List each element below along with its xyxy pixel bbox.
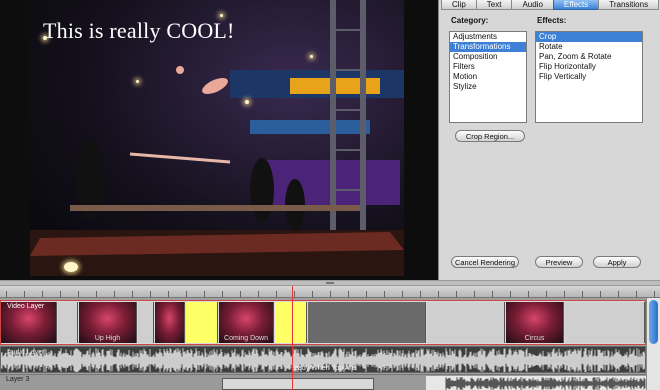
ruler-tick (510, 291, 511, 298)
timeline-ruler[interactable] (0, 286, 660, 298)
category-item-stylize[interactable]: Stylize (450, 82, 526, 92)
ruler-tick (636, 291, 637, 298)
layer3-audio-clip[interactable] (426, 376, 646, 390)
ruler-tick (600, 291, 601, 298)
audio-track[interactable]: Audio Layer Ready When You Are (0, 346, 646, 373)
stage-light (64, 262, 78, 272)
tab-audio[interactable]: Audio (511, 0, 554, 10)
inspector-tabs: Clip Text Audio Effects Transitions (441, 0, 660, 10)
ruler-tick (618, 291, 619, 298)
preview-button[interactable]: Preview (535, 256, 583, 268)
ruler-tick (258, 291, 259, 298)
ruler-tick (78, 291, 79, 298)
ruler-tick (366, 291, 367, 298)
layer3-track-label: Layer 3 (6, 376, 30, 383)
ruler-tick (240, 291, 241, 298)
stage-light (220, 14, 223, 17)
crop-region-button[interactable]: Crop Region... (455, 130, 525, 142)
ruler-tick (6, 291, 7, 298)
effect-item-pan-zoom-rotate[interactable]: Pan, Zoom & Rotate (536, 52, 642, 62)
video-track-label: Video Layer (7, 303, 45, 310)
playhead[interactable] (292, 286, 293, 390)
video-clip[interactable] (427, 302, 505, 343)
ruler-tick (276, 291, 277, 298)
ruler-tick (24, 291, 25, 298)
ruler-tick (60, 291, 61, 298)
timeline-scrollbar[interactable] (646, 298, 660, 390)
ruler-tick (528, 291, 529, 298)
effects-label: Effects: (537, 16, 567, 25)
ruler-tick (96, 291, 97, 298)
category-item-composition[interactable]: Composition (450, 52, 526, 62)
ruler-tick (294, 291, 295, 298)
ruler-tick (456, 291, 457, 298)
ruler-tick (492, 291, 493, 298)
ruler-tick (564, 291, 565, 298)
effect-item-flip-horizontally[interactable]: Flip Horizontally (536, 62, 642, 72)
splitter-grip-icon (326, 282, 334, 284)
ruler-tick (438, 291, 439, 298)
title-clip[interactable] (275, 302, 307, 343)
video-clip[interactable] (155, 302, 185, 343)
video-clip[interactable]: Circus (506, 302, 564, 343)
video-clip[interactable]: Coming Down (219, 302, 274, 343)
ruler-tick (474, 291, 475, 298)
layer3-clip[interactable] (222, 378, 374, 390)
ruler-tick (330, 291, 331, 298)
ruler-tick (204, 291, 205, 298)
effects-list[interactable]: Crop Rotate Pan, Zoom & Rotate Flip Hori… (535, 31, 643, 123)
stage-light (136, 80, 139, 83)
category-item-transformations[interactable]: Transformations (450, 42, 526, 52)
ruler-tick (546, 291, 547, 298)
ruler-tick (348, 291, 349, 298)
ruler-tick (222, 291, 223, 298)
ruler-tick (654, 291, 655, 298)
category-list[interactable]: Adjustments Transformations Composition … (449, 31, 527, 123)
cancel-rendering-button[interactable]: Cancel Rendering (451, 256, 519, 268)
tab-text[interactable]: Text (475, 0, 513, 10)
ruler-tick (384, 291, 385, 298)
video-track[interactable]: Up High Coming Down Circus Video Layer (0, 300, 646, 345)
ruler-tick (312, 291, 313, 298)
inspector-panel: Clip Text Audio Effects Transitions Cate… (438, 0, 660, 280)
effect-item-flip-vertically[interactable]: Flip Vertically (536, 72, 642, 82)
layer3-waveform (445, 377, 646, 390)
ruler-tick (114, 291, 115, 298)
video-clip[interactable] (308, 302, 426, 343)
timeline: Up High Coming Down Circus Video Layer A… (0, 286, 660, 390)
tab-transitions[interactable]: Transitions (598, 0, 660, 10)
ruler-tick (132, 291, 133, 298)
video-clip[interactable] (565, 302, 645, 343)
ruler-tick (420, 291, 421, 298)
ruler-tick (150, 291, 151, 298)
tab-clip[interactable]: Clip (441, 0, 477, 10)
category-item-motion[interactable]: Motion (450, 72, 526, 82)
ruler-tick (168, 291, 169, 298)
title-clip[interactable] (186, 302, 218, 343)
ruler-tick (582, 291, 583, 298)
ruler-tick (186, 291, 187, 298)
apply-button[interactable]: Apply (593, 256, 641, 268)
title-overlay-text: This is really COOL! (43, 18, 235, 43)
stage-light (245, 100, 249, 104)
stage-light (310, 55, 313, 58)
video-clip[interactable] (138, 302, 154, 343)
ruler-tick (402, 291, 403, 298)
audio-track-label: Audio Layer (7, 349, 45, 356)
category-item-adjustments[interactable]: Adjustments (450, 32, 526, 42)
ruler-tick (42, 291, 43, 298)
video-clip[interactable]: Up High (79, 302, 137, 343)
layer3-track[interactable]: Layer 3 (0, 374, 646, 390)
category-label: Category: (451, 16, 489, 25)
category-item-filters[interactable]: Filters (450, 62, 526, 72)
effect-item-rotate[interactable]: Rotate (536, 42, 642, 52)
effect-item-crop[interactable]: Crop (536, 32, 642, 42)
audio-clip-label: Ready When You Are (289, 365, 356, 372)
video-preview: This is really COOL! (0, 0, 438, 280)
video-clip[interactable] (58, 302, 78, 343)
scrollbar-thumb[interactable] (649, 300, 658, 344)
tab-effects[interactable]: Effects (552, 0, 600, 10)
